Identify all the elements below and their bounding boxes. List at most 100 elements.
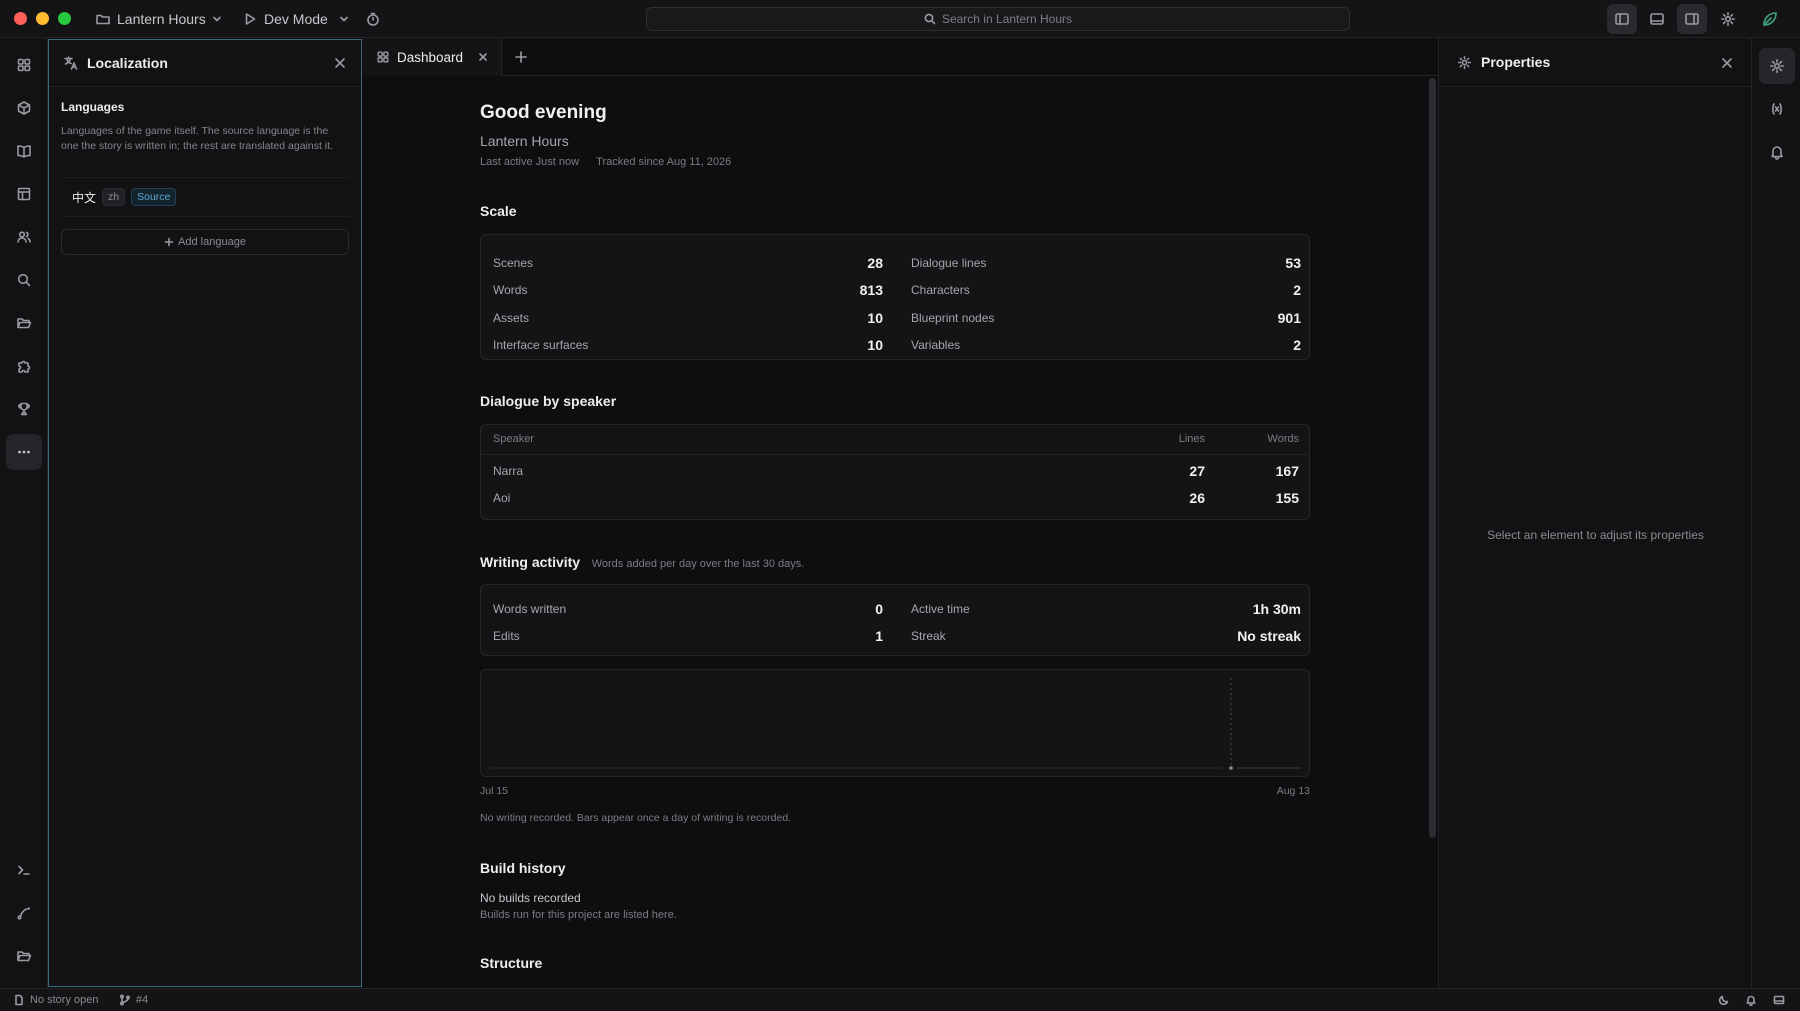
zoom-window-button[interactable]: [58, 12, 71, 25]
activity-assets[interactable]: [6, 90, 42, 126]
stat-value: 10: [867, 337, 883, 353]
speakers-heading: Dialogue by speaker: [480, 393, 617, 409]
stat-value: 0: [875, 601, 883, 617]
stat-words-written: Words written 0: [493, 599, 883, 619]
route-icon: [17, 907, 31, 920]
activity-subtitle: Words added per day over the last 30 day…: [591, 558, 805, 570]
builds-empty-title: No builds recorded: [480, 891, 581, 905]
right-rail: [1751, 38, 1800, 988]
story-status[interactable]: No story open: [13, 994, 98, 1006]
activity-plugins[interactable]: [6, 348, 42, 384]
stat-value: 1: [875, 628, 883, 644]
activity-explorer[interactable]: [6, 938, 42, 974]
stat-label: Assets: [493, 311, 530, 325]
stat-value: No streak: [1237, 628, 1301, 644]
tab-dashboard[interactable]: Dashboard: [362, 38, 502, 76]
activity-empty-note: No writing recorded. Bars appear once a …: [480, 812, 792, 824]
activity-characters[interactable]: [6, 219, 42, 255]
stat-edits: Edits 1: [493, 626, 883, 646]
story-status-label: No story open: [30, 994, 99, 1006]
activity-terminal[interactable]: [6, 852, 42, 888]
chart-start-label: Jul 15: [480, 785, 509, 797]
stat-label: Edits: [493, 629, 520, 643]
moon-icon[interactable]: [1718, 994, 1730, 1006]
variable-icon: [1772, 103, 1782, 115]
builds-empty-desc: Builds run for this project are listed h…: [480, 909, 677, 921]
stat-value: 53: [1285, 255, 1301, 271]
stat-assets: Assets 10: [493, 308, 883, 328]
terminal-icon: [18, 865, 30, 875]
chevron-down-icon: [212, 16, 221, 22]
book-icon: [17, 145, 31, 158]
add-language-button[interactable]: Add language: [61, 229, 349, 255]
translate-icon: [64, 56, 78, 70]
stat-words: Words 813: [493, 280, 883, 300]
users-icon: [17, 231, 31, 243]
project-switcher[interactable]: Lantern Hours: [95, 8, 222, 30]
activity-search[interactable]: [6, 262, 42, 298]
rail-variables[interactable]: [1759, 91, 1795, 127]
settings-button[interactable]: [1713, 4, 1743, 34]
branch-status[interactable]: #4: [119, 994, 148, 1006]
close-icon[interactable]: [1720, 56, 1734, 70]
close-window-button[interactable]: [14, 12, 27, 25]
stat-streak: Streak No streak: [911, 626, 1301, 646]
last-active-value: Just now: [535, 156, 580, 168]
chevron-down-icon: [340, 16, 348, 22]
search-input[interactable]: Search in Lantern Hours: [646, 7, 1350, 31]
stat-value: 2: [1293, 282, 1301, 298]
speaker-name: Aoi: [493, 491, 511, 505]
toggle-right-panel-button[interactable]: [1677, 4, 1707, 34]
scrollbar[interactable]: [1429, 78, 1436, 838]
scale-card: Scenes 28 Words 813 Assets 10 Interface sur…: [480, 234, 1310, 360]
activity-more[interactable]: [6, 434, 42, 470]
stat-label: Interface surfaces: [493, 338, 589, 352]
activity-story[interactable]: [6, 133, 42, 169]
close-icon[interactable]: [333, 56, 347, 70]
structure-heading: Structure: [480, 955, 543, 971]
column-words: Words: [1267, 433, 1299, 445]
stat-label: Variables: [911, 338, 961, 352]
minimize-window-button[interactable]: [36, 12, 49, 25]
language-item[interactable]: 中文 zh Source: [61, 177, 349, 217]
stat-label: Streak: [911, 629, 946, 643]
language-code-badge: zh: [102, 188, 126, 206]
activity-dashboard[interactable]: [6, 47, 42, 83]
bell-icon[interactable]: [1745, 994, 1757, 1006]
activity-route[interactable]: [6, 895, 42, 931]
stat-variables: Variables 2: [911, 335, 1301, 355]
mode-dropdown[interactable]: [339, 8, 349, 30]
languages-description: Languages of the game itself. The source…: [61, 125, 333, 152]
rail-notifications[interactable]: [1759, 134, 1795, 170]
stat-value: 901: [1277, 310, 1301, 326]
grid-icon: [377, 51, 389, 63]
speaker-name: Narra: [493, 464, 524, 478]
stat-label: Active time: [911, 602, 970, 616]
source-badge: Source: [131, 188, 177, 206]
localization-title: Localization: [87, 55, 168, 71]
new-tab-icon[interactable]: [514, 50, 528, 64]
activity-files[interactable]: [6, 305, 42, 341]
today-dot: [1229, 766, 1233, 770]
toggle-bottom-panel-button[interactable]: [1642, 4, 1672, 34]
timer-icon: [367, 12, 379, 26]
activity-achievements[interactable]: [6, 391, 42, 427]
tab-label: Dashboard: [397, 49, 464, 65]
panel-icon[interactable]: [1773, 994, 1785, 1006]
timer-button[interactable]: [365, 8, 381, 30]
properties-header: Properties: [1439, 38, 1752, 87]
close-icon[interactable]: [478, 52, 488, 62]
toggle-left-panel-button[interactable]: [1607, 4, 1637, 34]
activity-bar: [0, 38, 48, 988]
speakers-table: Speaker Lines Words Narra 27 167 Aoi 26 …: [480, 424, 1310, 520]
activity-layout[interactable]: [6, 176, 42, 212]
localization-header: Localization: [49, 40, 361, 87]
add-language-label: Add language: [178, 236, 246, 248]
last-active-label: Last active: [480, 156, 533, 168]
speaker-words: 155: [1275, 490, 1299, 506]
stat-label: Characters: [911, 283, 970, 297]
rail-properties[interactable]: [1759, 48, 1795, 84]
language-name: 中文: [72, 190, 97, 205]
run-mode-button[interactable]: Dev Mode: [242, 8, 328, 30]
play-icon: [245, 13, 256, 25]
